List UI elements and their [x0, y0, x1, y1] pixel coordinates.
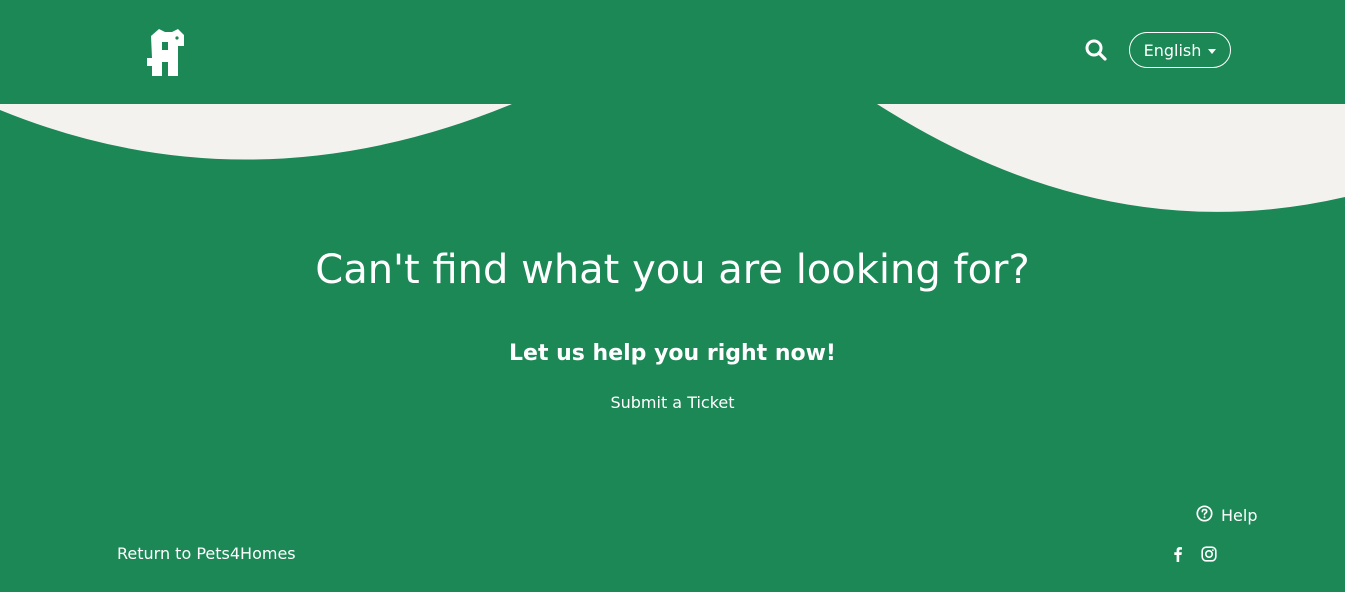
decorative-waves: [0, 104, 1345, 212]
pets4homes-logo-icon[interactable]: [144, 26, 188, 78]
question-circle-icon: [1196, 504, 1213, 526]
language-label: English: [1143, 40, 1202, 60]
help-subheading: Let us help you right now!: [509, 341, 836, 366]
return-to-site-link[interactable]: Return to Pets4Homes: [117, 542, 296, 566]
instagram-icon[interactable]: [1200, 545, 1218, 563]
facebook-icon[interactable]: [1169, 545, 1187, 563]
search-icon[interactable]: [1084, 38, 1108, 62]
help-label: Help: [1221, 505, 1258, 525]
site-header: English: [0, 0, 1345, 105]
submit-ticket-link[interactable]: Submit a Ticket: [610, 393, 734, 412]
chevron-down-icon: [1208, 48, 1217, 54]
language-dropdown[interactable]: English: [1129, 32, 1231, 68]
help-link[interactable]: Help: [1196, 503, 1257, 527]
page-title: Can't find what you are looking for?: [315, 247, 1030, 293]
